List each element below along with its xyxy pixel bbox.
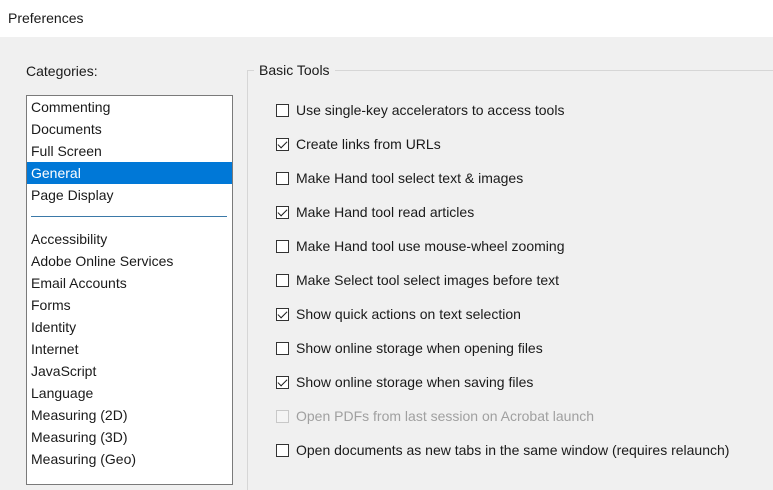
category-item-full-screen[interactable]: Full Screen <box>27 140 232 162</box>
category-item-commenting[interactable]: Commenting <box>27 96 232 118</box>
basic-tools-title: Basic Tools <box>254 62 335 78</box>
checkmark-icon <box>277 138 288 148</box>
checkmark-icon <box>277 206 288 216</box>
title-bar: Preferences <box>0 0 773 37</box>
category-item-forms[interactable]: Forms <box>27 294 232 316</box>
category-item-language[interactable]: Language <box>27 382 232 404</box>
option-label: Make Hand tool read articles <box>296 204 475 220</box>
option-open-last-session: Open PDFs from last session on Acrobat l… <box>276 406 594 426</box>
checkbox[interactable] <box>276 171 289 185</box>
checkmark-icon <box>277 308 288 318</box>
option-hand-tool-select-text[interactable]: Make Hand tool select text & images <box>276 168 523 188</box>
category-item-page-display[interactable]: Page Display <box>27 184 232 206</box>
option-create-links-from-urls[interactable]: Create links from URLs <box>276 134 441 154</box>
option-label: Make Select tool select images before te… <box>296 272 560 288</box>
option-label: Open documents as new tabs in the same w… <box>296 442 730 458</box>
category-item-general[interactable]: General <box>27 162 232 184</box>
checkbox[interactable] <box>276 375 289 389</box>
option-label: Make Hand tool select text & images <box>296 170 524 186</box>
checkbox[interactable] <box>276 443 289 457</box>
category-item-javascript[interactable]: JavaScript <box>27 360 232 382</box>
option-label: Make Hand tool use mouse-wheel zooming <box>296 238 565 254</box>
category-item-identity[interactable]: Identity <box>27 316 232 338</box>
option-quick-actions[interactable]: Show quick actions on text selection <box>276 304 521 324</box>
option-label: Create links from URLs <box>296 136 441 152</box>
option-hand-tool-read-articles[interactable]: Make Hand tool read articles <box>276 202 474 222</box>
checkbox[interactable] <box>276 239 289 253</box>
checkmark-icon <box>277 376 288 386</box>
checkbox[interactable] <box>276 341 289 355</box>
categories-list[interactable]: Commenting Documents Full Screen General… <box>26 95 233 485</box>
option-single-key-accelerators[interactable]: Use single-key accelerators to access to… <box>276 100 564 120</box>
category-separator <box>31 216 227 217</box>
category-item-adobe-online-services[interactable]: Adobe Online Services <box>27 250 232 272</box>
checkbox[interactable] <box>276 307 289 321</box>
option-label: Show online storage when opening files <box>296 340 543 356</box>
option-label: Open PDFs from last session on Acrobat l… <box>296 408 595 424</box>
option-label: Show quick actions on text selection <box>296 306 521 322</box>
category-item-email-accounts[interactable]: Email Accounts <box>27 272 232 294</box>
checkbox[interactable] <box>276 103 289 117</box>
option-hand-tool-wheel-zoom[interactable]: Make Hand tool use mouse-wheel zooming <box>276 236 564 256</box>
category-item-measuring-3d[interactable]: Measuring (3D) <box>27 426 232 448</box>
checkbox[interactable] <box>276 205 289 219</box>
checkbox[interactable] <box>276 273 289 287</box>
categories-label: Categories: <box>26 63 98 79</box>
option-select-tool-images-first[interactable]: Make Select tool select images before te… <box>276 270 559 290</box>
checkbox <box>276 409 289 423</box>
category-item-measuring-geo[interactable]: Measuring (Geo) <box>27 448 232 470</box>
category-item-internet[interactable]: Internet <box>27 338 232 360</box>
option-open-as-tabs[interactable]: Open documents as new tabs in the same w… <box>276 440 729 460</box>
window-title: Preferences <box>8 10 84 26</box>
category-item-accessibility[interactable]: Accessibility <box>27 228 232 250</box>
option-online-storage-saving[interactable]: Show online storage when saving files <box>276 372 533 392</box>
category-item-documents[interactable]: Documents <box>27 118 232 140</box>
option-online-storage-opening[interactable]: Show online storage when opening files <box>276 338 543 358</box>
checkbox[interactable] <box>276 137 289 151</box>
option-label: Use single-key accelerators to access to… <box>296 102 565 118</box>
option-label: Show online storage when saving files <box>296 374 534 390</box>
category-item-measuring-2d[interactable]: Measuring (2D) <box>27 404 232 426</box>
